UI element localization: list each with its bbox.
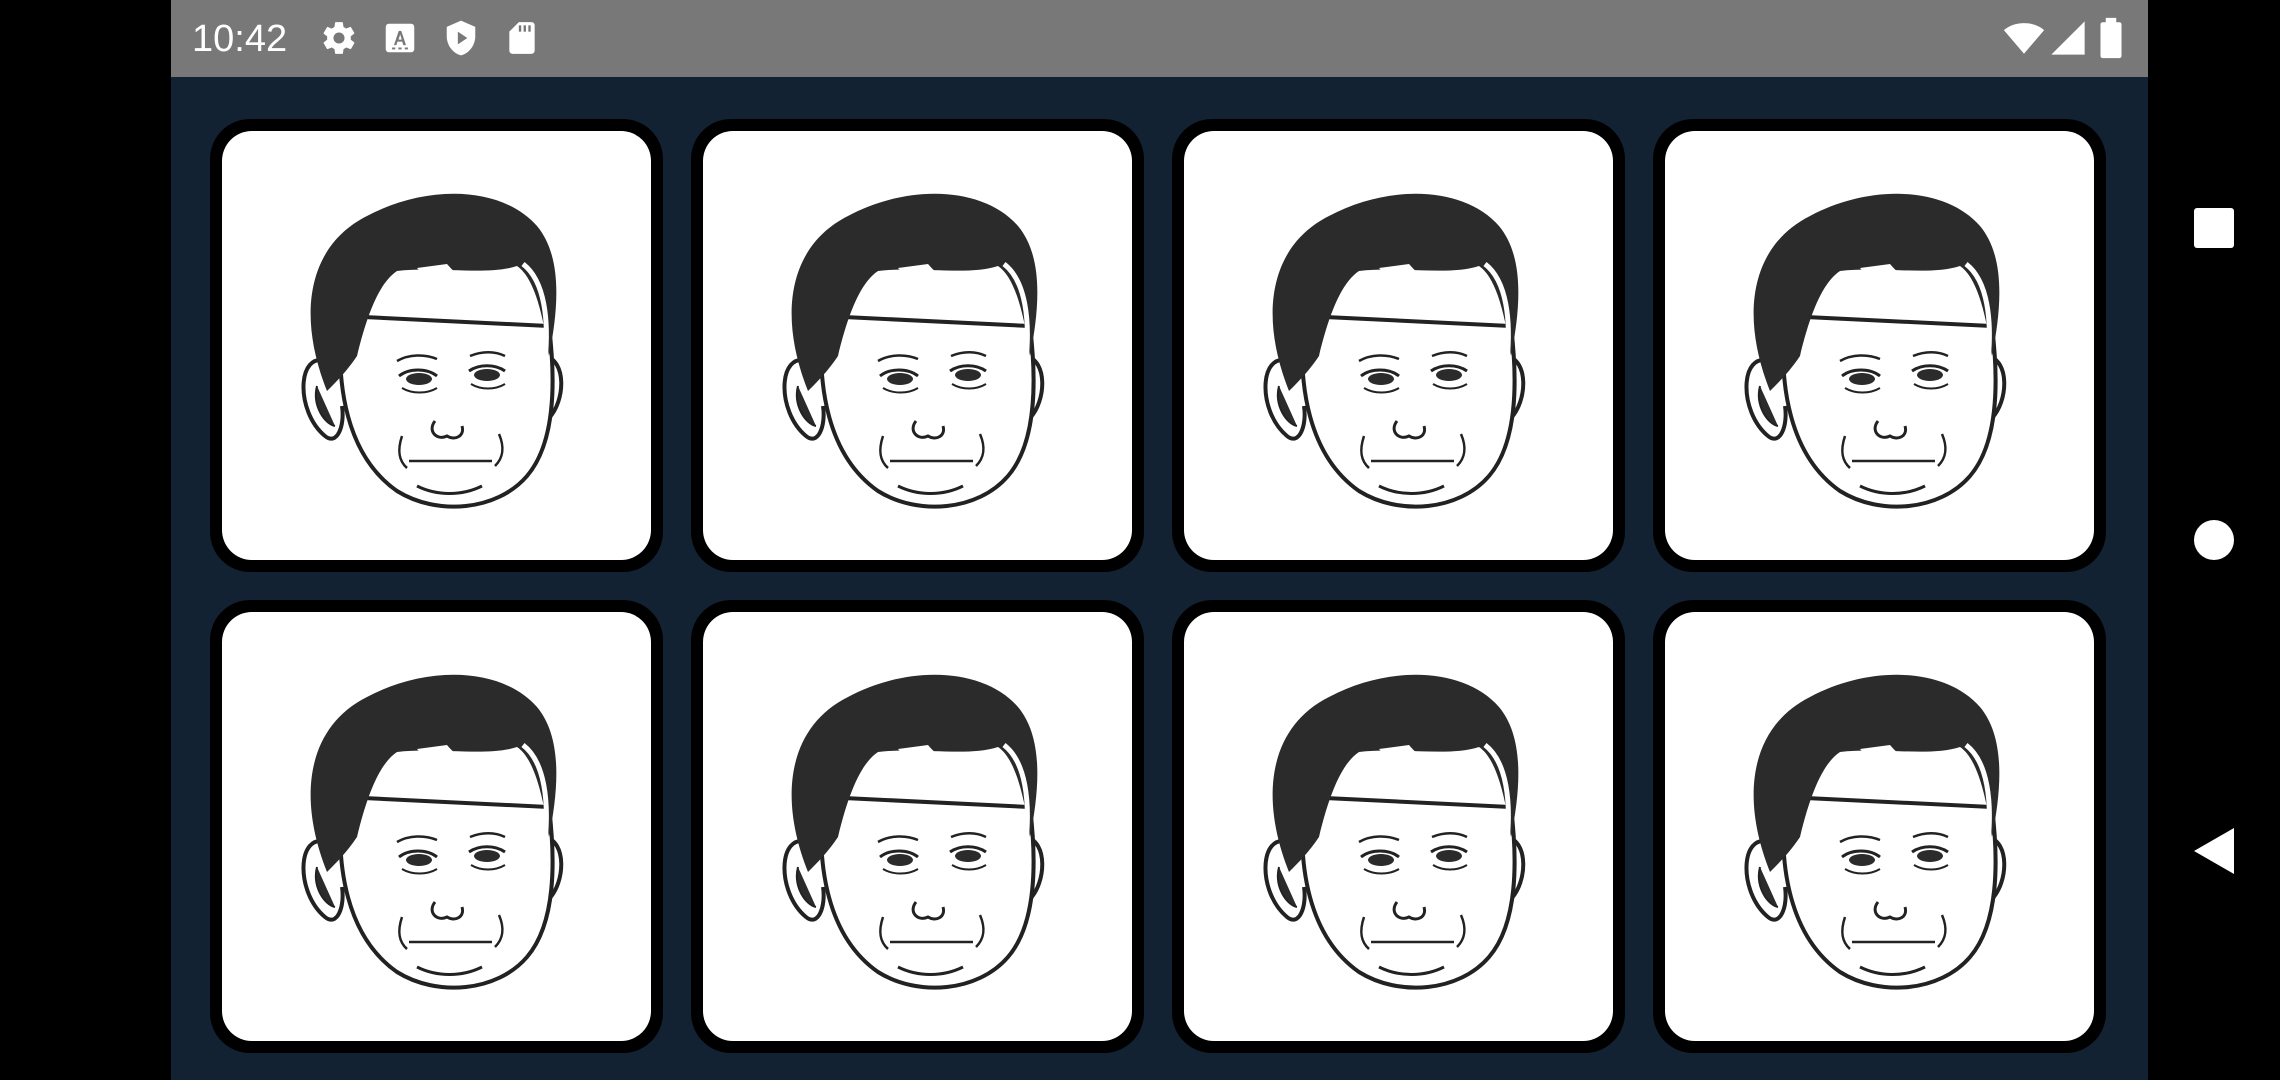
old-face-cartoon-icon xyxy=(301,674,563,990)
home-button[interactable] xyxy=(2148,474,2280,606)
memory-card[interactable] xyxy=(1653,600,2106,1053)
old-face-cartoon-icon xyxy=(1263,193,1525,509)
wifi-icon xyxy=(2003,17,2045,59)
old-face-cartoon-icon xyxy=(1263,674,1525,990)
memory-card[interactable] xyxy=(691,600,1144,1053)
device-screen: 10:42 xyxy=(171,0,2148,1080)
recents-button[interactable] xyxy=(2148,162,2280,294)
battery-icon xyxy=(2096,17,2126,59)
memory-card[interactable] xyxy=(1653,119,2106,572)
game-board xyxy=(171,77,2148,1080)
card-face xyxy=(222,131,651,560)
memory-card[interactable] xyxy=(1172,119,1625,572)
card-face xyxy=(222,612,651,1041)
card-grid xyxy=(210,119,2106,1053)
old-face-cartoon-icon xyxy=(782,193,1044,509)
back-button[interactable] xyxy=(2148,785,2280,917)
back-triangle-icon xyxy=(2194,828,2234,874)
card-face xyxy=(703,131,1132,560)
old-face-cartoon-icon xyxy=(782,674,1044,990)
card-face xyxy=(1665,131,2094,560)
sd-card-icon xyxy=(503,19,541,57)
text-a-icon xyxy=(381,19,419,57)
gear-icon xyxy=(320,19,358,57)
memory-card[interactable] xyxy=(1172,600,1625,1053)
navigation-bar xyxy=(2148,0,2280,1080)
memory-card[interactable] xyxy=(210,600,663,1053)
home-circle-icon xyxy=(2194,520,2234,560)
cell-signal-icon xyxy=(2048,18,2088,58)
card-face xyxy=(1184,612,1613,1041)
old-face-cartoon-icon xyxy=(301,193,563,509)
recents-square-icon xyxy=(2194,208,2234,248)
old-face-cartoon-icon xyxy=(1744,674,2006,990)
status-bar: 10:42 xyxy=(171,0,2148,77)
card-face xyxy=(703,612,1132,1041)
memory-card[interactable] xyxy=(691,119,1144,572)
status-time: 10:42 xyxy=(192,18,288,60)
memory-card[interactable] xyxy=(210,119,663,572)
old-face-cartoon-icon xyxy=(1744,193,2006,509)
card-face xyxy=(1184,131,1613,560)
card-face xyxy=(1665,612,2094,1041)
play-protect-icon xyxy=(442,19,480,57)
